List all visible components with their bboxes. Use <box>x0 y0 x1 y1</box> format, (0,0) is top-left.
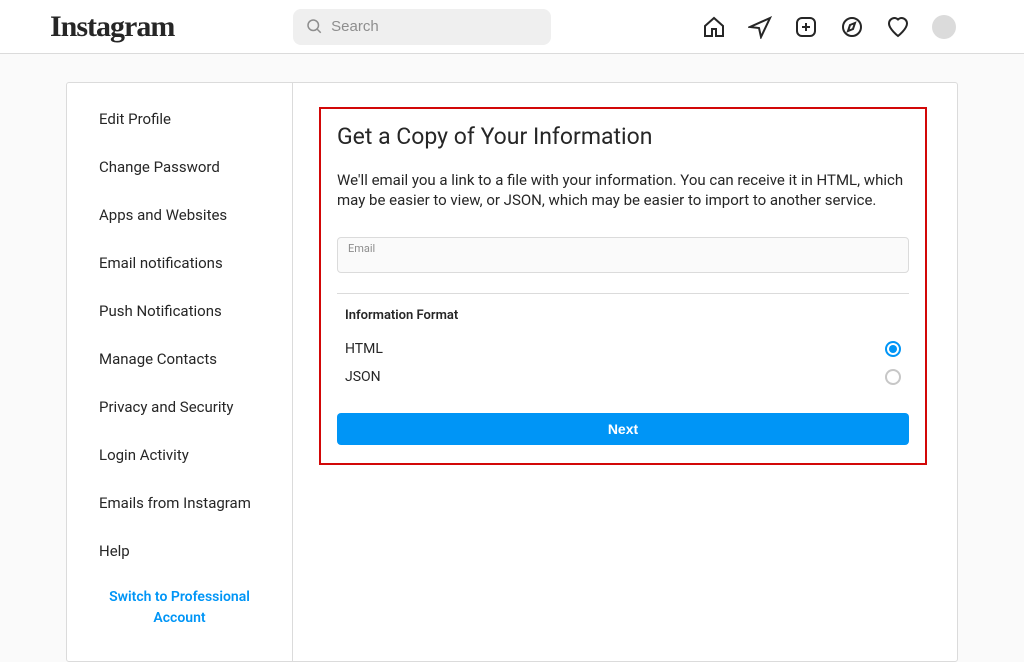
sidebar-item-email-notifications[interactable]: Email notifications <box>67 239 292 287</box>
sidebar-item-change-password[interactable]: Change Password <box>67 143 292 191</box>
avatar[interactable] <box>932 15 956 39</box>
sidebar-item-manage-contacts[interactable]: Manage Contacts <box>67 335 292 383</box>
nav-icons <box>702 15 956 39</box>
settings-panel: Edit Profile Change Password Apps and We… <box>66 82 958 662</box>
sidebar-item-help[interactable]: Help <box>67 527 292 575</box>
sidebar-item-privacy-security[interactable]: Privacy and Security <box>67 383 292 431</box>
email-field[interactable]: Email <box>337 237 909 273</box>
radio-json[interactable] <box>885 369 901 385</box>
switch-professional-link[interactable]: Switch to Professional Account <box>67 575 292 641</box>
new-post-icon[interactable] <box>794 15 818 39</box>
top-nav: Instagram <box>0 0 1024 54</box>
page-title: Get a Copy of Your Information <box>337 123 909 150</box>
settings-sidebar: Edit Profile Change Password Apps and We… <box>67 83 293 661</box>
format-option-json-label: JSON <box>345 369 381 385</box>
sidebar-item-emails-from-instagram[interactable]: Emails from Instagram <box>67 479 292 527</box>
search-icon <box>305 17 323 35</box>
search-input[interactable] <box>293 9 551 45</box>
page-description: We'll email you a link to a file with yo… <box>337 170 909 211</box>
sidebar-item-push-notifications[interactable]: Push Notifications <box>67 287 292 335</box>
brand-logo[interactable]: Instagram <box>50 10 174 44</box>
messenger-icon[interactable] <box>748 15 772 39</box>
sidebar-item-login-activity[interactable]: Login Activity <box>67 431 292 479</box>
format-option-json[interactable]: JSON <box>337 363 909 391</box>
main-area: Edit Profile Change Password Apps and We… <box>0 54 1024 662</box>
format-option-html-label: HTML <box>345 341 383 357</box>
highlight-box: Get a Copy of Your Information We'll ema… <box>319 107 927 465</box>
activity-icon[interactable] <box>886 15 910 39</box>
home-icon[interactable] <box>702 15 726 39</box>
format-option-html[interactable]: HTML <box>337 335 909 363</box>
radio-html[interactable] <box>885 341 901 357</box>
divider <box>337 293 909 294</box>
sidebar-item-edit-profile[interactable]: Edit Profile <box>67 95 292 143</box>
content-area: Get a Copy of Your Information We'll ema… <box>293 83 957 661</box>
search-wrap <box>293 9 551 45</box>
email-label: Email <box>348 242 375 255</box>
next-button[interactable]: Next <box>337 413 909 445</box>
explore-icon[interactable] <box>840 15 864 39</box>
format-section-label: Information Format <box>345 308 909 323</box>
sidebar-item-apps-websites[interactable]: Apps and Websites <box>67 191 292 239</box>
